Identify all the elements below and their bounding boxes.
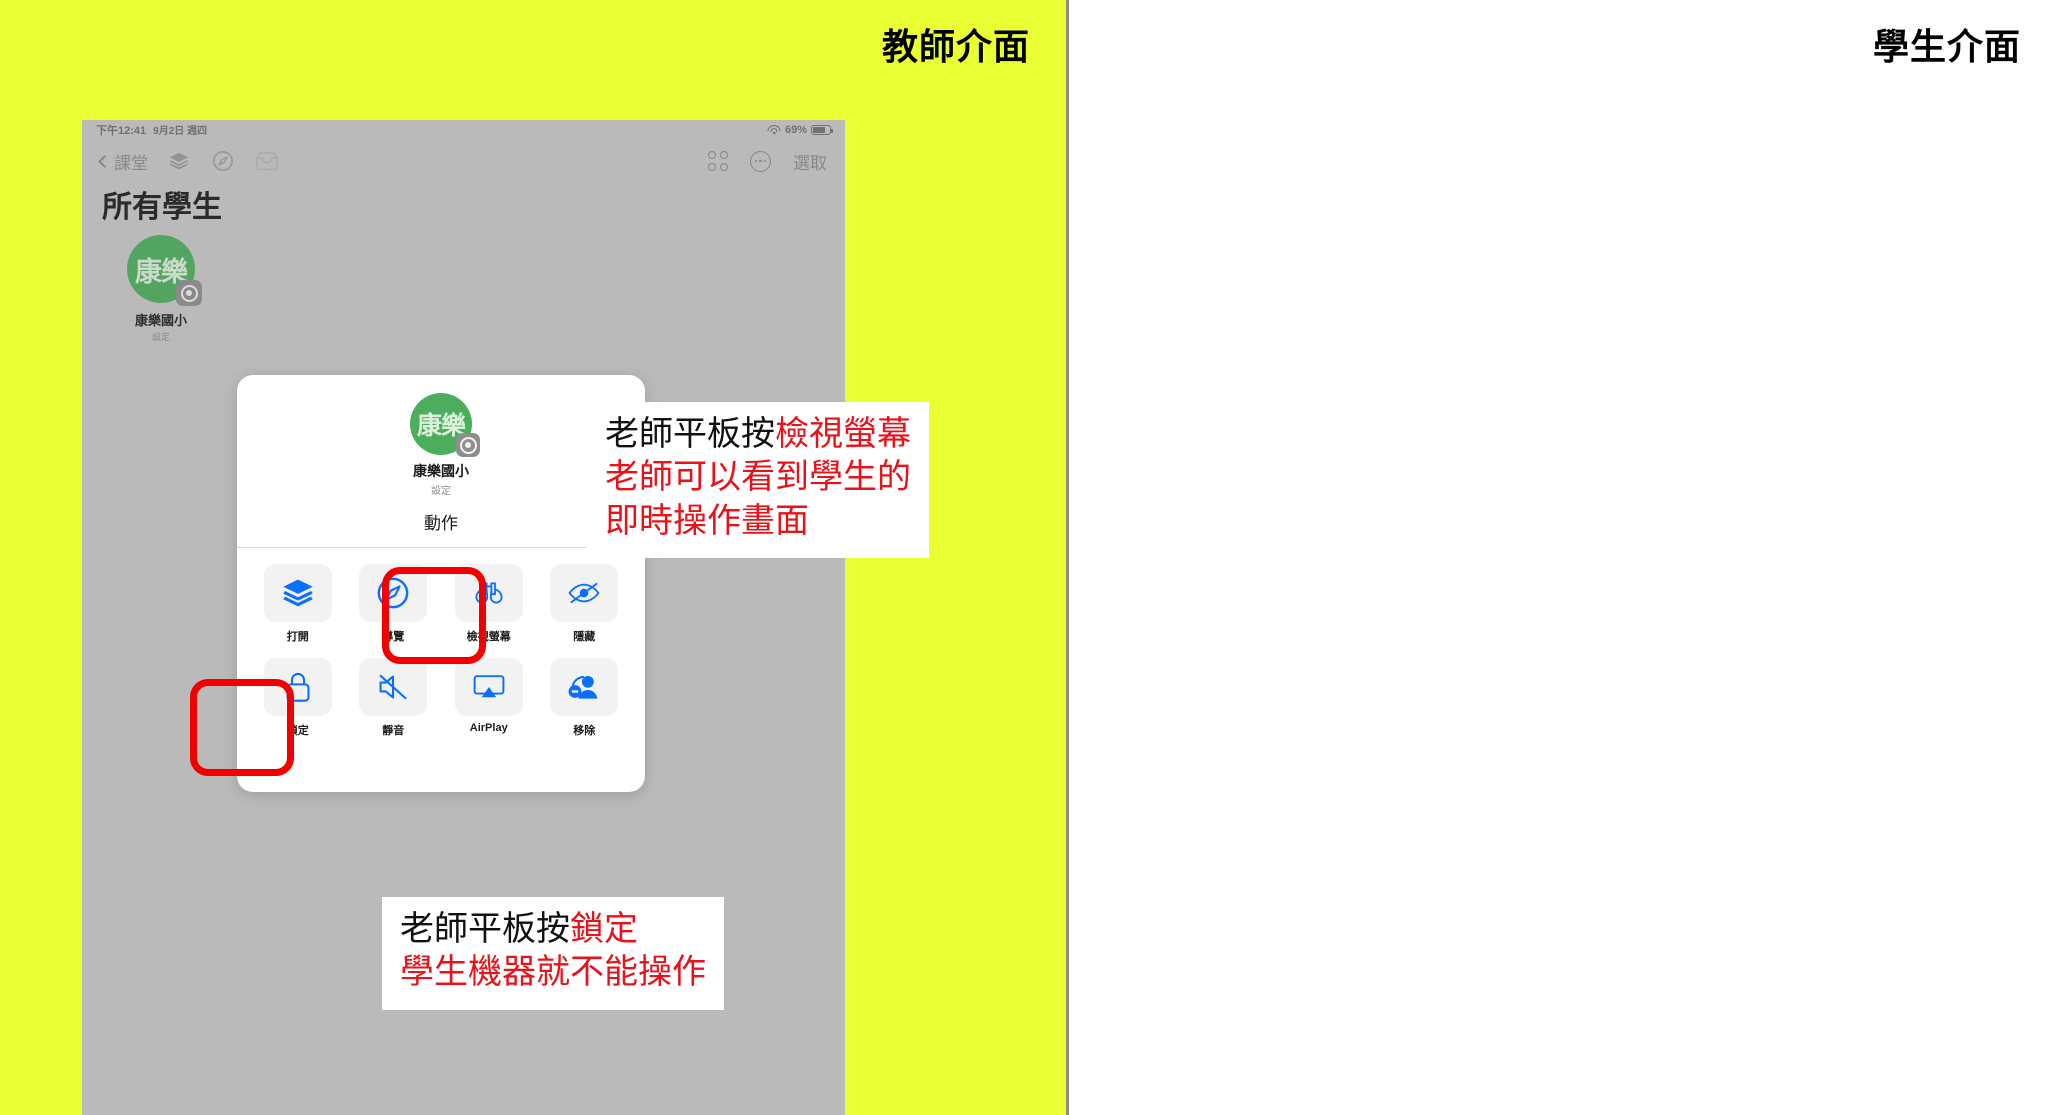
- action-label: 鎖定: [286, 725, 309, 737]
- action-hide[interactable]: 隱藏: [542, 564, 628, 644]
- settings-gear-icon: [456, 433, 480, 457]
- callout-line-2: 老師可以看到學生的: [605, 458, 911, 497]
- action-navigate[interactable]: 導覽: [351, 564, 437, 644]
- layers-icon: [263, 564, 332, 622]
- action-label: 導覽: [382, 631, 405, 643]
- callout-line-1: 老師平板按檢視螢幕: [605, 414, 911, 455]
- action-view-screen[interactable]: 檢視螢幕: [446, 564, 532, 644]
- action-label: 靜音: [382, 725, 405, 737]
- callout-view-screen: 老師平板按檢視螢幕 老師可以看到學生的 即時操作畫面: [587, 402, 929, 559]
- callout-text-black: 老師平板按: [400, 910, 570, 948]
- action-label: 檢視螢幕: [466, 631, 511, 643]
- action-grid: 打開 導覽 檢視螢幕 隱藏 鎖定 靜音 AirPlay 移除: [237, 548, 645, 738]
- person-minus-icon: [550, 658, 619, 716]
- callout-text-red: 檢視螢幕: [775, 415, 911, 453]
- eye-slash-icon: [550, 564, 619, 622]
- binoculars-icon: [454, 564, 523, 622]
- callout-line-3: 即時操作畫面: [605, 501, 809, 540]
- callout-line-1: 老師平板按鎖定: [400, 909, 706, 950]
- lock-icon: [263, 658, 332, 716]
- action-open[interactable]: 打開: [255, 564, 341, 644]
- modal-student-subtitle: 設定: [431, 486, 451, 497]
- action-remove[interactable]: 移除: [542, 658, 628, 738]
- callout-lock: 老師平板按鎖定 學生機器就不能操作: [382, 897, 724, 1010]
- action-airplay[interactable]: AirPlay: [446, 658, 532, 738]
- modal-student-name: 康樂國小: [413, 463, 469, 479]
- compass-icon: [359, 564, 428, 622]
- callout-text-black: 老師平板按: [605, 415, 775, 453]
- teacher-panel-title: 教師介面: [881, 26, 1030, 67]
- action-label: AirPlay: [469, 722, 508, 734]
- airplay-icon: [454, 658, 523, 716]
- teacher-interface-panel: 教師介面 下午12:41 9月2日 週四 69% 課堂 選取 所有學生 康樂 康…: [0, 0, 1066, 1115]
- modal-section-title: 動作: [424, 514, 458, 533]
- action-lock[interactable]: 鎖定: [255, 658, 341, 738]
- callout-line-2: 學生機器就不能操作: [400, 953, 706, 992]
- action-label: 隱藏: [573, 631, 596, 643]
- student-panel-title: 學生介面: [1872, 26, 2021, 67]
- action-mute[interactable]: 靜音: [351, 658, 437, 738]
- callout-text-red: 鎖定: [570, 910, 638, 948]
- action-label: 打開: [286, 631, 309, 643]
- action-label: 移除: [573, 725, 596, 737]
- student-actions-modal: 康樂 康樂國小 設定 動作 打開 導覽 檢視螢幕 隱藏 鎖定 靜音 AirPla…: [237, 375, 645, 792]
- modal-avatar: 康樂: [410, 393, 480, 457]
- student-interface-panel: 學生介面: [1069, 0, 2048, 1115]
- modal-header: 康樂 康樂國小 設定 動作: [237, 375, 645, 534]
- speaker-mute-icon: [359, 658, 428, 716]
